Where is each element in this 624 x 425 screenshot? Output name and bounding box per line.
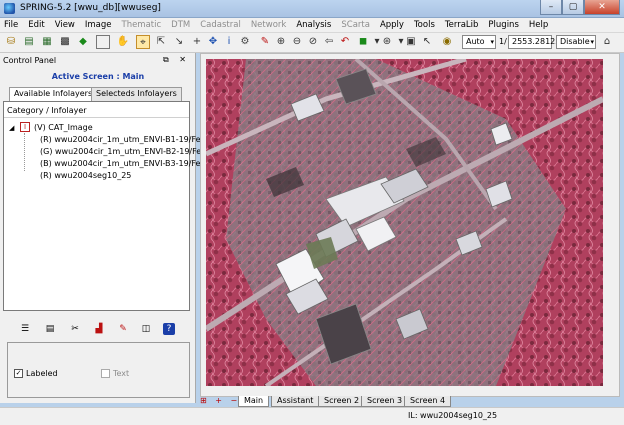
info-icon[interactable]: i bbox=[222, 35, 236, 49]
layers-icon[interactable]: ▣ bbox=[404, 35, 418, 49]
menu-analysis[interactable]: Analysis bbox=[296, 20, 331, 30]
table-icon[interactable]: ▤ bbox=[44, 323, 56, 335]
minimize-button[interactable]: – bbox=[540, 0, 562, 15]
menu-view[interactable]: View bbox=[55, 20, 75, 30]
active-screen-label: Active Screen : Main bbox=[51, 72, 145, 81]
zoom-mode-value: Auto bbox=[466, 37, 485, 46]
tools-icon[interactable]: ✂ bbox=[69, 323, 81, 335]
pointer-plus-icon[interactable]: ↖ bbox=[420, 35, 434, 49]
zoom-in-icon[interactable]: ⊕ bbox=[274, 35, 288, 49]
info-cursor-icon[interactable]: ↘ bbox=[172, 35, 186, 49]
menu-apply[interactable]: Apply bbox=[380, 20, 404, 30]
cursor-icon[interactable]: ⇱ bbox=[154, 35, 168, 49]
pencil-icon[interactable]: ✎ bbox=[117, 323, 129, 335]
tab-selecteds-infolayers[interactable]: Selecteds Infolayers bbox=[91, 87, 182, 101]
hand-icon[interactable]: ✋ bbox=[116, 35, 130, 49]
measure-icon[interactable]: ⚙ bbox=[238, 35, 252, 49]
menu-scarta[interactable]: SCarta bbox=[341, 20, 370, 30]
new-icon[interactable] bbox=[96, 35, 110, 49]
select-icon[interactable]: ⌖ bbox=[136, 35, 150, 49]
scale-label: 1/ bbox=[499, 37, 507, 46]
layer-item-b[interactable]: (B) wwu2004cir_1m_utm_ENVI-B3-19/Fe bbox=[40, 159, 200, 168]
chevron-down-icon: ▾ bbox=[490, 38, 494, 46]
menu-cadastral[interactable]: Cadastral bbox=[200, 20, 241, 30]
target-icon[interactable]: ⊛ bbox=[380, 35, 394, 49]
close-button[interactable]: ✕ bbox=[584, 0, 620, 15]
satellite-image bbox=[206, 59, 603, 386]
category-item[interactable]: (V) CAT_Image bbox=[34, 123, 93, 132]
menu-edit[interactable]: Edit bbox=[28, 20, 44, 30]
layer-item-r[interactable]: (R) wwu2004cir_1m_utm_ENVI-B1-19/Fe bbox=[40, 135, 201, 144]
window-icon[interactable]: ◫ bbox=[140, 323, 152, 335]
mode-select[interactable]: Disable ▾ bbox=[556, 35, 596, 49]
map-frame bbox=[200, 53, 620, 397]
status-infolayer: IL: wwu2004seg10_25 bbox=[408, 411, 498, 420]
app-icon bbox=[4, 3, 15, 14]
text-checkbox[interactable] bbox=[101, 369, 110, 378]
menu-file[interactable]: File bbox=[4, 20, 18, 30]
list-icon[interactable]: ☰ bbox=[19, 323, 31, 335]
menu-thematic[interactable]: Thematic bbox=[122, 20, 162, 30]
zoom-out-icon[interactable]: ⊖ bbox=[290, 35, 304, 49]
chart-icon[interactable]: ▟ bbox=[93, 323, 105, 335]
menu-bar: File Edit View Image Thematic DTM Cadast… bbox=[0, 18, 624, 33]
view-icon[interactable]: ◉ bbox=[440, 35, 454, 49]
panel-title: Control Panel bbox=[3, 56, 57, 65]
image-category-icon: I bbox=[20, 122, 30, 132]
undo-icon[interactable]: ↶ bbox=[338, 35, 352, 49]
menu-network[interactable]: Network bbox=[251, 20, 287, 30]
menu-tools[interactable]: Tools bbox=[414, 20, 435, 30]
zoom-area-icon[interactable]: ⊘ bbox=[306, 35, 320, 49]
collapse-triangle-icon[interactable]: ◢ bbox=[9, 124, 14, 132]
draw-icon[interactable]: ◆ bbox=[76, 35, 90, 49]
layer-item-g[interactable]: (G) wwu2004cir_1m_utm_ENVI-B2-19/Fe bbox=[40, 147, 201, 156]
layer-item-seg[interactable]: (R) wwu2004seg10_25 bbox=[40, 171, 131, 180]
open-database-icon[interactable]: ⛁ bbox=[4, 35, 18, 49]
grid-icon[interactable]: ▩ bbox=[58, 35, 72, 49]
menu-dtm[interactable]: DTM bbox=[171, 20, 190, 30]
menu-help[interactable]: Help bbox=[529, 20, 548, 30]
chevron-down-icon: ▾ bbox=[590, 38, 594, 46]
text-label: Text bbox=[113, 369, 130, 378]
tree-header: Category / Infolayer bbox=[7, 106, 87, 115]
color-palette-icon[interactable]: ◼ bbox=[356, 35, 370, 49]
infolayer-tree: Category / Infolayer ◢ I (V) CAT_Image (… bbox=[3, 101, 201, 311]
tab-assistant[interactable]: Assistant bbox=[271, 396, 320, 407]
panel-window-buttons[interactable]: ⧉ ✕ bbox=[163, 55, 190, 65]
tab-screen-4[interactable]: Screen 4 bbox=[404, 396, 452, 407]
screen-tab-bar: ⊞ + − Main Assistant Screen 2 Screen 3 S… bbox=[200, 396, 620, 407]
project-icon[interactable]: ▤ bbox=[22, 35, 36, 49]
control-panel: Control Panel ⧉ ✕ Active Screen : Main A… bbox=[0, 53, 201, 403]
crosshair-icon[interactable]: + bbox=[190, 35, 204, 49]
labeled-label: Labeled bbox=[26, 369, 58, 378]
window-title: SPRING-5.2 [wwu_db][wwuseg] bbox=[20, 3, 161, 13]
category-icon[interactable]: ▦ bbox=[40, 35, 54, 49]
tree-header-divider bbox=[4, 117, 189, 118]
mode-value: Disable bbox=[560, 37, 590, 46]
map-canvas[interactable] bbox=[206, 59, 603, 386]
tab-screen-3[interactable]: Screen 3 bbox=[361, 396, 409, 407]
tab-screen-2[interactable]: Screen 2 bbox=[318, 396, 366, 407]
menu-plugins[interactable]: Plugins bbox=[488, 20, 518, 30]
tree-connector bbox=[24, 133, 25, 171]
pan-icon[interactable]: ✥ bbox=[206, 35, 220, 49]
maximize-button[interactable]: ▢ bbox=[562, 0, 584, 15]
screen-nav-buttons[interactable]: ⊞ + − bbox=[200, 396, 240, 405]
main-toolbar: ⛁ ▤ ▦ ▩ ◆ ✋ ⌖ ⇱ ↘ + ✥ i ⚙ ✎ ⊕ ⊖ ⊘ ⇦ ↶ ◼ … bbox=[0, 33, 624, 53]
back-icon[interactable]: ⇦ bbox=[322, 35, 336, 49]
tab-main[interactable]: Main bbox=[238, 396, 270, 407]
menu-terralib[interactable]: TerraLib bbox=[445, 20, 479, 30]
scale-input[interactable]: 2553.281250 bbox=[508, 35, 565, 49]
title-bar: SPRING-5.2 [wwu_db][wwuseg] – ▢ ✕ bbox=[0, 0, 624, 18]
help-icon[interactable]: ? bbox=[163, 323, 175, 335]
labeled-checkbox[interactable]: ✓ bbox=[14, 369, 23, 378]
status-bar: IL: wwu2004seg10_25 bbox=[0, 407, 624, 425]
lock-icon[interactable]: ⌂ bbox=[600, 35, 614, 49]
edit-icon[interactable]: ✎ bbox=[258, 35, 272, 49]
label-options: ✓ Labeled Text bbox=[7, 342, 190, 398]
menu-image[interactable]: Image bbox=[85, 20, 112, 30]
zoom-mode-select[interactable]: Auto ▾ bbox=[462, 35, 496, 49]
tab-available-infolayers[interactable]: Available Infolayers bbox=[9, 87, 98, 102]
